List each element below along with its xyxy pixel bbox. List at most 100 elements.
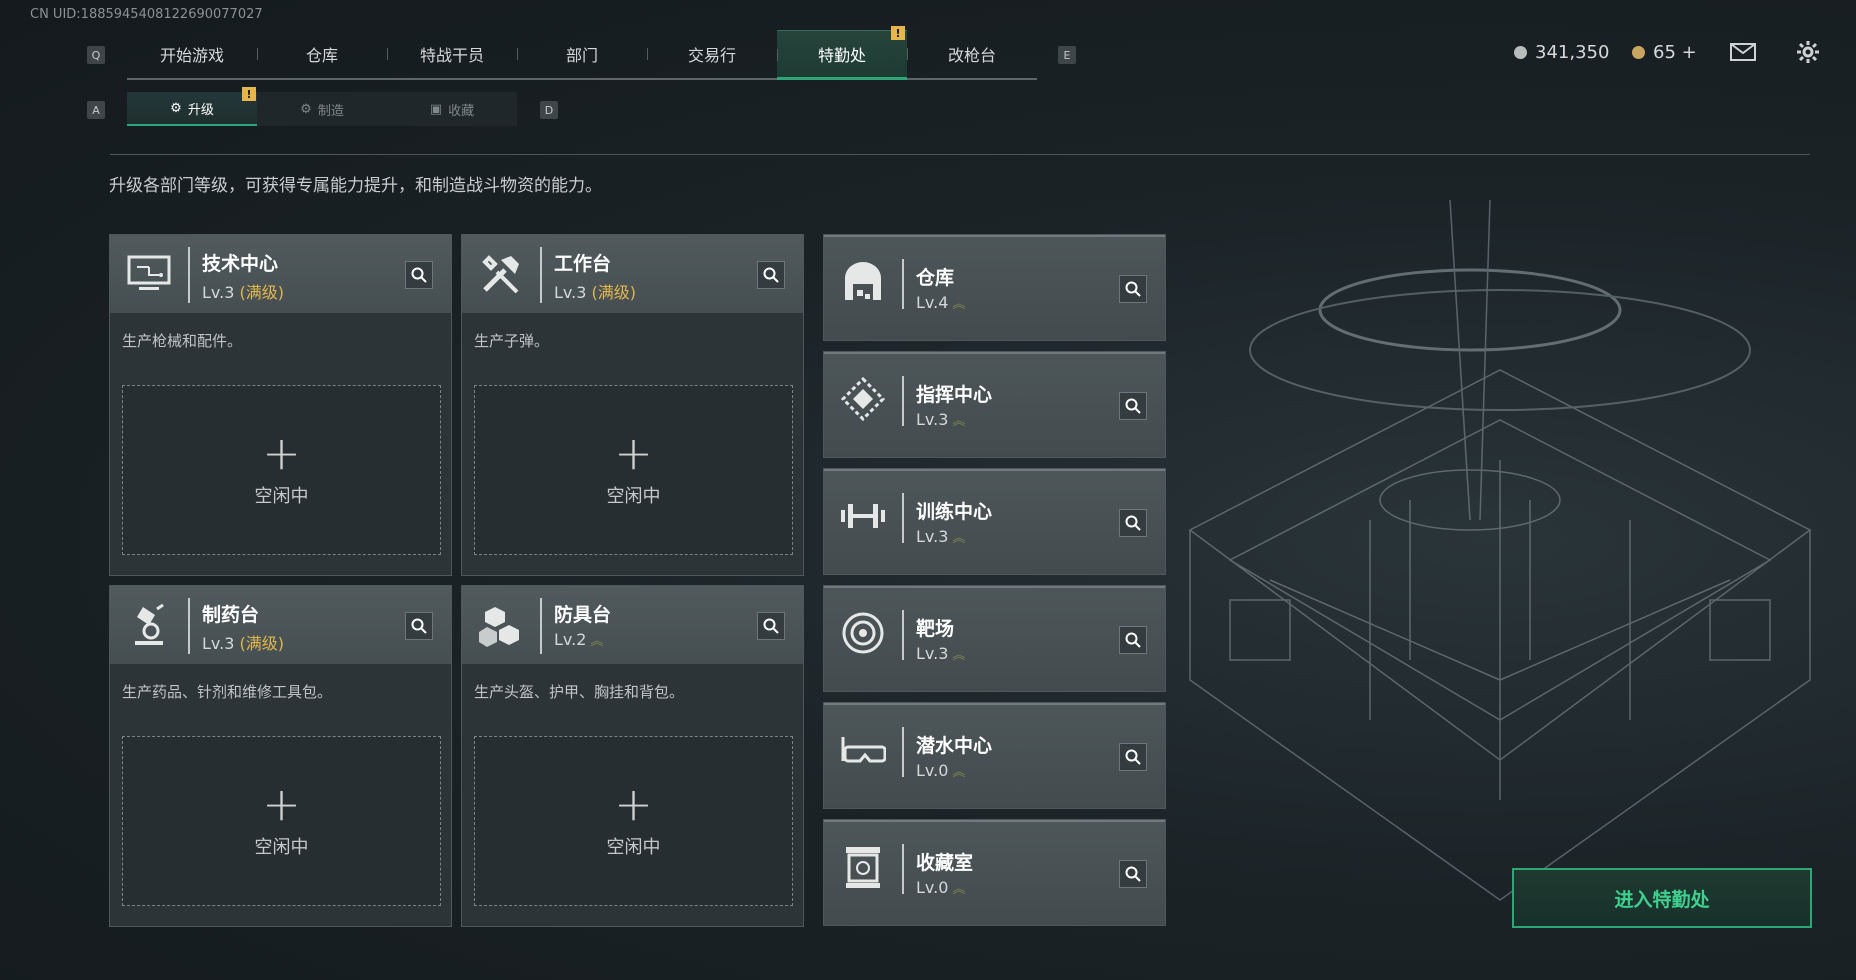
key-hint-d: D	[540, 101, 558, 119]
cubes-icon	[476, 600, 526, 650]
production-slot[interactable]: + 空闲中	[122, 736, 441, 906]
card-title: 工作台	[554, 253, 612, 275]
card-title: 技术中心	[202, 253, 279, 275]
card-level: Lv.0 ︽	[916, 878, 966, 897]
card-level: Lv.3 ︽	[916, 410, 966, 429]
subtab-upgrade[interactable]: ⚙ 升级	[127, 92, 257, 126]
gold-amount: 65 +	[1653, 42, 1697, 63]
upgrade-arrows-icon: ︽	[952, 531, 966, 546]
search-icon[interactable]	[757, 261, 785, 289]
upgrade-icon: ⚙	[170, 100, 182, 116]
upgrade-arrows-icon: ︽	[952, 765, 966, 780]
dive-mask-icon	[838, 725, 888, 775]
settings-gear-icon[interactable]	[1796, 40, 1820, 68]
player-uid: CN UID:1885945408122690077027	[30, 7, 263, 22]
production-slot[interactable]: + 空闲中	[122, 385, 441, 555]
plus-icon: +	[262, 777, 301, 831]
search-icon[interactable]	[1119, 860, 1147, 888]
silver-amount: 341,350	[1535, 42, 1610, 63]
card-info: 生产头盔、护甲、胸挂和背包。	[474, 683, 685, 701]
silver-coin-icon	[1514, 46, 1527, 59]
search-icon[interactable]	[1119, 392, 1147, 420]
card-title: 靶场	[916, 618, 955, 640]
command-icon	[838, 374, 888, 424]
tools-icon	[476, 249, 526, 299]
slot-status: 空闲中	[606, 837, 661, 858]
card-title: 仓库	[916, 267, 955, 289]
enter-special-ops-button[interactable]: 进入特勤处	[1512, 868, 1812, 928]
page-description: 升级各部门等级，可获得专属能力提升，和制造战斗物资的能力。	[109, 176, 602, 196]
card-title: 防具台	[554, 604, 612, 626]
card-level: Lv.4 ︽	[916, 293, 966, 312]
subtab-badge: !	[242, 87, 256, 101]
card-workbench[interactable]: 工作台 Lv.3 (满级) 生产子弹。 + 空闲中	[461, 234, 804, 576]
microscope-icon	[124, 600, 174, 650]
card-level: Lv.0 ︽	[916, 761, 966, 780]
tab-gunsmith[interactable]: 改枪台	[907, 30, 1037, 78]
card-title: 指挥中心	[916, 384, 993, 406]
search-icon[interactable]	[1119, 509, 1147, 537]
slot-status: 空闲中	[254, 486, 309, 507]
card-title: 制药台	[202, 604, 260, 626]
card-dept-range[interactable]: 靶场 Lv.3 ︽	[823, 585, 1166, 692]
card-level: Lv.2 ︽	[554, 630, 604, 649]
collect-icon: ▣	[429, 101, 443, 117]
card-level: Lv.3 (满级)	[202, 634, 284, 653]
key-hint-a: A	[87, 101, 105, 119]
silver-currency[interactable]: 341,350	[1514, 42, 1609, 63]
subtab-craft[interactable]: ⚙ 制造	[257, 92, 387, 126]
tab-special-ops[interactable]: 特勤处	[777, 30, 907, 80]
card-title: 训练中心	[916, 501, 993, 523]
card-dept-diving[interactable]: 潜水中心 Lv.0 ︽	[823, 702, 1166, 809]
card-title: 潜水中心	[916, 735, 993, 757]
search-icon[interactable]	[1119, 743, 1147, 771]
production-slot[interactable]: + 空闲中	[474, 385, 793, 555]
tab-operators[interactable]: 特战干员	[387, 30, 517, 78]
plus-icon: +	[262, 426, 301, 480]
card-dept-warehouse[interactable]: 仓库 Lv.4 ︽	[823, 234, 1166, 341]
tab-start-game[interactable]: 开始游戏	[127, 30, 257, 78]
card-pharmacy[interactable]: 制药台 Lv.3 (满级) 生产药品、针剂和维修工具包。 + 空闲中	[109, 585, 452, 927]
search-icon[interactable]	[405, 261, 433, 289]
search-icon[interactable]	[1119, 626, 1147, 654]
card-title: 收藏室	[916, 852, 974, 874]
search-icon[interactable]	[757, 612, 785, 640]
card-dept-training[interactable]: 训练中心 Lv.3 ︽	[823, 468, 1166, 575]
plus-icon: +	[614, 777, 653, 831]
card-info: 生产子弹。	[474, 332, 550, 350]
card-dept-command[interactable]: 指挥中心 Lv.3 ︽	[823, 351, 1166, 458]
upgrade-arrows-icon: ︽	[590, 634, 604, 649]
tab-warehouse[interactable]: 仓库	[257, 30, 387, 78]
card-info: 生产枪械和配件。	[122, 332, 243, 350]
upgrade-arrows-icon: ︽	[952, 414, 966, 429]
tab-department[interactable]: 部门	[517, 30, 647, 78]
tab-trade[interactable]: 交易行	[647, 30, 777, 78]
card-tech-center[interactable]: 技术中心 Lv.3 (满级) 生产枪械和配件。 + 空闲中	[109, 234, 452, 576]
subtab-collect-label: 收藏	[448, 103, 475, 119]
production-slot[interactable]: + 空闲中	[474, 736, 793, 906]
subtab-upgrade-label: 升级	[187, 102, 214, 118]
mail-icon[interactable]	[1730, 43, 1756, 65]
warehouse-icon	[838, 257, 888, 307]
computer-icon	[124, 249, 174, 299]
slot-status: 空闲中	[254, 837, 309, 858]
card-armor-bench[interactable]: 防具台 Lv.2 ︽ 生产头盔、护甲、胸挂和背包。 + 空闲中	[461, 585, 804, 927]
upgrade-arrows-icon: ︽	[952, 648, 966, 663]
search-icon[interactable]	[405, 612, 433, 640]
gold-currency[interactable]: 65 +	[1632, 42, 1697, 63]
dumbbell-icon	[838, 491, 888, 541]
card-level: Lv.3 (满级)	[554, 283, 636, 302]
notice-badge: !	[891, 26, 905, 40]
card-level: Lv.3 ︽	[916, 527, 966, 546]
subtab-collect[interactable]: ▣ 收藏	[387, 92, 517, 126]
sub-nav: ⚙ 升级 ⚙ 制造 ▣ 收藏	[127, 92, 517, 126]
card-level: Lv.3 (满级)	[202, 283, 284, 302]
subtab-craft-label: 制造	[317, 103, 344, 119]
collection-icon	[838, 842, 888, 892]
search-icon[interactable]	[1119, 275, 1147, 303]
card-dept-collection[interactable]: 收藏室 Lv.0 ︽	[823, 819, 1166, 926]
upgrade-arrows-icon: ︽	[952, 297, 966, 312]
key-hint-q: Q	[87, 46, 105, 64]
base-wireframe-illustration	[1188, 200, 1812, 901]
slot-status: 空闲中	[606, 486, 661, 507]
